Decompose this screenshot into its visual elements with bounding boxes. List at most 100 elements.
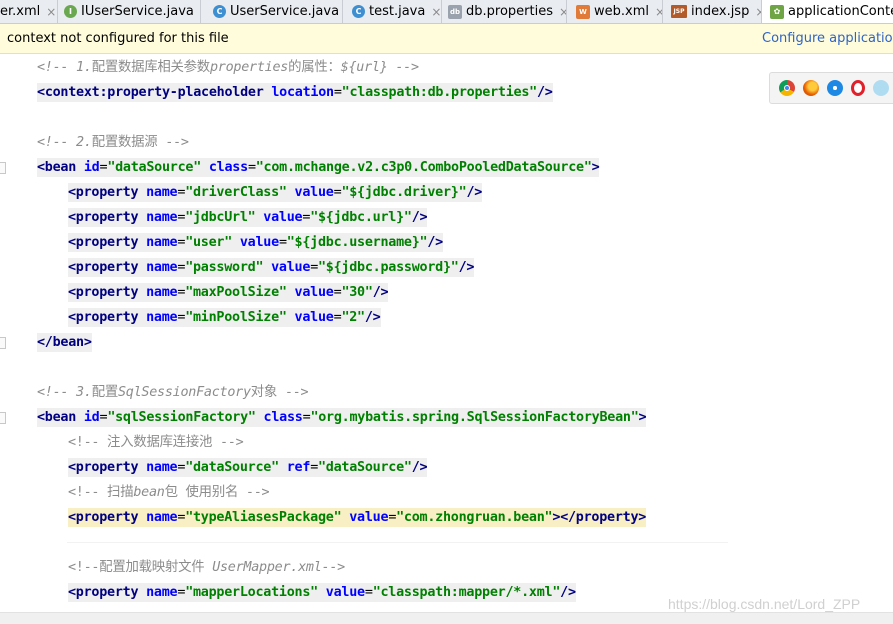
code-line: </bean> — [37, 332, 92, 354]
xml-tag: /> — [458, 260, 475, 275]
tab-applicationcontext[interactable]: ✿ applicationContext — [762, 0, 893, 23]
xml-value: "2" — [341, 310, 365, 325]
tab-label: test.java — [369, 4, 426, 19]
tab-web-xml[interactable]: W web.xml × — [567, 0, 663, 23]
xml-attr: value — [263, 260, 311, 275]
code-line: <property name="dataSource" ref="dataSou… — [68, 457, 428, 479]
ie-icon[interactable] — [873, 80, 889, 96]
xml-attr: id — [76, 160, 100, 175]
tab-label: db.properties — [466, 4, 553, 19]
code-editor[interactable]: <!-- 1.配置数据库相关参数properties的属性：${url} -->… — [0, 54, 893, 611]
xml-punct: = — [310, 460, 318, 475]
code-line: <bean id="dataSource" class="com.mchange… — [37, 157, 600, 179]
xml-tag: /> — [466, 185, 483, 200]
xml-file-icon: W — [576, 4, 590, 19]
tab-label: er.xml — [0, 4, 41, 19]
xml-attr: name — [138, 460, 178, 475]
xml-tag: <property — [68, 260, 139, 275]
xml-value: "typeAliasesPackage" — [185, 510, 342, 525]
code-line: <!-- 扫描bean包 使用别名 --> — [68, 482, 270, 504]
tab-label: IUserService.java — [81, 4, 194, 19]
xml-value: "user" — [185, 235, 233, 250]
xml-attr: value — [232, 235, 279, 250]
xml-attr: value — [286, 310, 334, 325]
xml-punct: = — [333, 85, 342, 100]
code-line: <context:property-placeholder location="… — [37, 82, 553, 104]
xml-tag: /> — [560, 585, 576, 600]
xml-punct: = — [247, 160, 256, 175]
tab-db-properties[interactable]: db db.properties × — [442, 0, 567, 23]
xml-tag: <property — [68, 460, 139, 475]
close-icon[interactable]: × — [559, 5, 566, 19]
close-icon[interactable]: × — [46, 5, 56, 19]
tab-test-java[interactable]: C test.java × — [343, 0, 442, 23]
firefox-icon[interactable] — [803, 80, 819, 96]
xml-value: "minPoolSize" — [185, 310, 287, 325]
code-line: <property name="minPoolSize" value="2"/> — [68, 307, 381, 329]
spring-xml-file-icon: ✿ — [770, 4, 784, 19]
xml-tag: <property — [68, 310, 139, 325]
code-line: <property name="maxPoolSize" value="30"/… — [68, 282, 389, 304]
xml-attr: name — [138, 235, 178, 250]
close-icon[interactable]: × — [755, 5, 761, 19]
xml-value: "mapperLocations" — [185, 585, 318, 600]
xml-punct: = — [388, 510, 397, 525]
xml-comment: bean — [133, 485, 165, 500]
xml-tag: < — [37, 85, 45, 100]
xml-value: "${jdbc.password}" — [318, 260, 459, 275]
xml-tag: context:property-placeholder — [44, 85, 264, 100]
xml-attr: value — [286, 285, 334, 300]
code-line: <!-- 2.配置数据源 --> — [37, 132, 189, 154]
code-line: <property name="jdbcUrl" value="${jdbc.u… — [68, 207, 428, 229]
xml-attr: location — [263, 85, 334, 100]
configure-application-context-link[interactable]: Configure application c — [762, 31, 893, 46]
close-icon[interactable]: × — [655, 5, 662, 19]
tab-er-xml[interactable]: er.xml × — [0, 0, 58, 23]
xml-comment: ${url} --> — [340, 60, 419, 75]
xml-comment: 配置数据库相关参数 — [91, 60, 211, 75]
xml-tag: <property — [68, 585, 139, 600]
code-line: <property name="password" value="${jdbc.… — [68, 257, 474, 279]
xml-attr: name — [138, 310, 178, 325]
tab-index-jsp[interactable]: JSP index.jsp × — [663, 0, 762, 23]
xml-attr: class — [255, 410, 303, 425]
interface-file-icon: I — [64, 5, 77, 18]
opera-icon[interactable] — [851, 80, 865, 96]
xml-value: "com.zhongruan.bean" — [396, 510, 553, 525]
xml-punct: = — [310, 260, 318, 275]
xml-value: "30" — [341, 285, 373, 300]
xml-value: "classpath:db.properties" — [341, 85, 538, 100]
xml-attr: ref — [278, 460, 311, 475]
jsp-file-icon: JSP — [671, 5, 687, 18]
fold-marker[interactable] — [0, 412, 6, 424]
horizontal-scrollbar[interactable] — [0, 612, 893, 624]
xml-attr: name — [138, 210, 178, 225]
xml-tag: <property — [68, 185, 139, 200]
tab-label: UserService.java — [230, 4, 340, 19]
xml-punct: = — [278, 235, 287, 250]
xml-tag: /> — [364, 310, 381, 325]
xml-attr: value — [255, 210, 303, 225]
xml-comment: 包 使用别名 --> — [164, 485, 270, 500]
fold-marker[interactable] — [0, 162, 6, 174]
xml-attr: id — [76, 410, 100, 425]
xml-value: "${jdbc.driver}" — [341, 185, 467, 200]
tab-userservice-java[interactable]: C UserService.java × — [201, 0, 343, 23]
xml-value: "${jdbc.url}" — [310, 210, 412, 225]
xml-punct: = — [364, 585, 373, 600]
xml-tag: /> — [427, 235, 443, 250]
xml-value: "maxPoolSize" — [185, 285, 287, 300]
fold-marker[interactable] — [0, 337, 6, 349]
xml-attr: value — [286, 185, 334, 200]
close-icon[interactable]: × — [431, 5, 441, 19]
tab-label: index.jsp — [691, 4, 750, 19]
safari-icon[interactable] — [827, 80, 843, 96]
xml-comment: properties — [209, 60, 289, 75]
xml-attr: name — [138, 585, 178, 600]
code-line: <property name="driverClass" value="${jd… — [68, 182, 482, 204]
tab-label: applicationContext — [788, 4, 893, 19]
xml-tag: /> — [411, 210, 428, 225]
xml-tag: /> — [411, 460, 428, 475]
chrome-icon[interactable] — [779, 80, 795, 96]
tab-iuserservice-java[interactable]: I IUserService.java × — [58, 0, 201, 23]
